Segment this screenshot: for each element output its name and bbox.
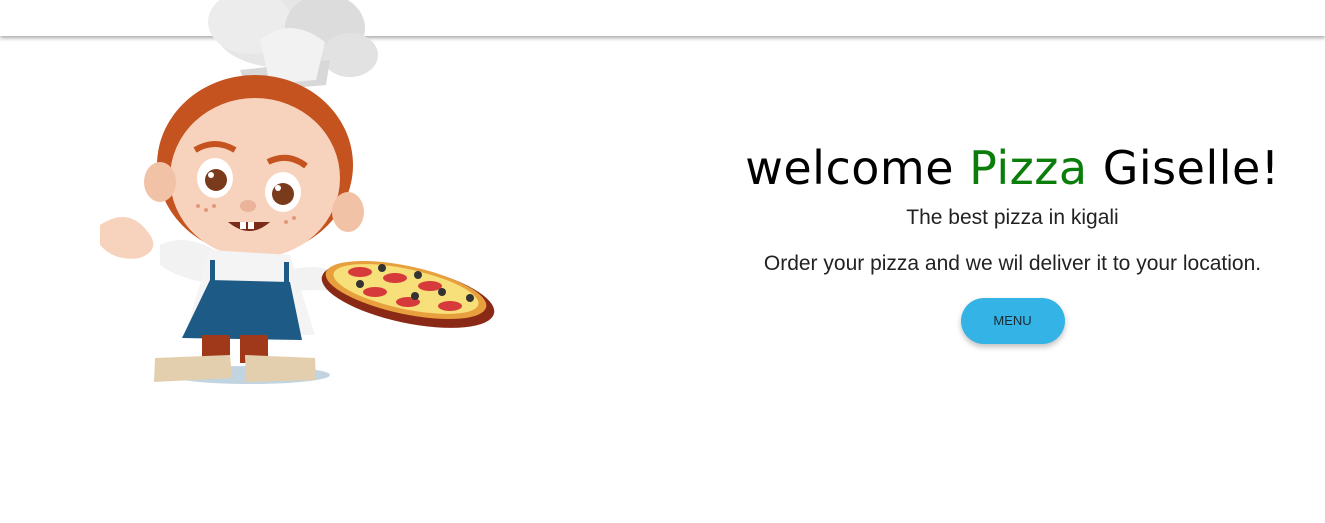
pizza-icon (321, 260, 495, 328)
hero-section: welcome Pizza Giselle! The best pizza in… (735, 138, 1290, 344)
headline-welcome: welcome (745, 141, 970, 195)
chef-pizza-illustration (100, 0, 495, 384)
chef-head (144, 75, 364, 258)
headline-name: Giselle! (1087, 141, 1280, 195)
menu-button[interactable]: MENU (960, 298, 1065, 344)
sub-tagline: Order your pizza and we wil deliver it t… (763, 252, 1262, 275)
tagline: The best pizza in kigali (906, 206, 1119, 229)
page-title: welcome Pizza Giselle! (735, 138, 1290, 198)
headline-brand: Pizza (969, 141, 1088, 195)
